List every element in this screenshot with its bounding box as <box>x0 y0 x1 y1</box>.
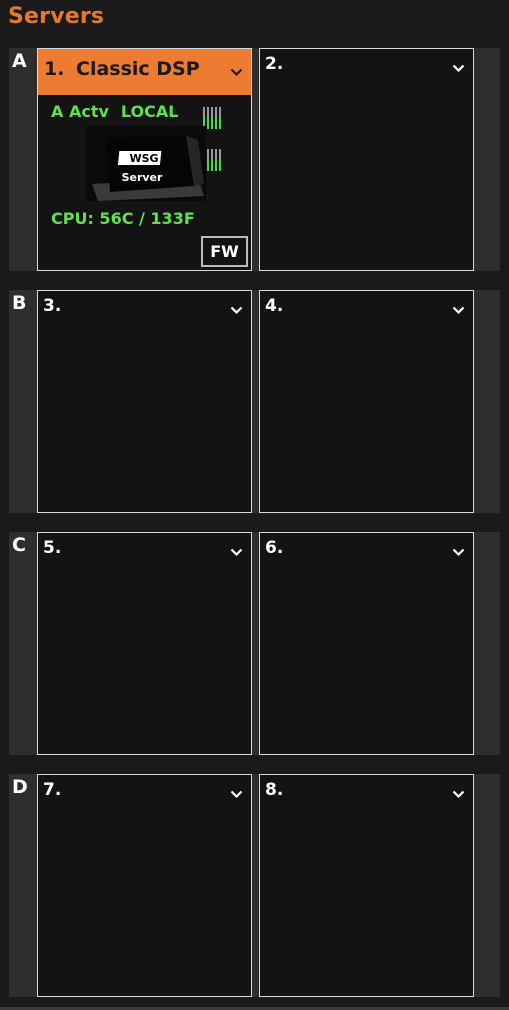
chevron-down-icon[interactable] <box>452 306 465 315</box>
group-letter: D <box>12 776 28 798</box>
server-group-c: C 5. 6. <box>9 532 500 755</box>
server-slot-8[interactable]: 8. <box>259 774 474 997</box>
server-group-a: A 1. Classic DSP A Actv LOCAL WSG Server … <box>9 48 500 271</box>
panel-title: Servers <box>8 4 105 29</box>
device-text: Server <box>122 171 163 184</box>
location-status: LOCAL <box>120 102 179 121</box>
slot-number: 8. <box>265 780 284 800</box>
chevron-down-icon[interactable] <box>452 548 465 557</box>
server-slot-6[interactable]: 6. <box>259 532 474 755</box>
slot-name: Classic DSP <box>76 58 200 80</box>
chevron-down-icon[interactable] <box>230 548 243 557</box>
level-meter-icon <box>203 147 225 171</box>
slot-number: 3. <box>43 296 62 316</box>
slot-number: 1. <box>44 58 65 80</box>
slot-number: 7. <box>43 780 62 800</box>
group-letter: C <box>12 534 26 556</box>
chevron-down-icon[interactable] <box>230 68 243 77</box>
chevron-down-icon[interactable] <box>452 790 465 799</box>
group-letter: B <box>12 292 27 314</box>
logo-text: WSG <box>129 152 158 165</box>
server-slot-7[interactable]: 7. <box>37 774 252 997</box>
activity-status: A Actv <box>51 102 109 121</box>
slot-number: 6. <box>265 538 284 558</box>
server-group-b: B 3. 4. <box>9 290 500 513</box>
group-letter: A <box>12 50 27 72</box>
server-slot-3[interactable]: 3. <box>37 290 252 513</box>
chevron-down-icon[interactable] <box>230 790 243 799</box>
cpu-temperature: CPU: 56C / 133F <box>51 209 195 228</box>
server-status: A Actv LOCAL <box>51 102 178 121</box>
slot-number: 5. <box>43 538 62 558</box>
server-slot-2[interactable]: 2. <box>259 48 474 271</box>
server-device-image: WSG Server <box>86 126 206 201</box>
chevron-down-icon[interactable] <box>230 306 243 315</box>
slot-number: 2. <box>265 54 284 74</box>
level-meter-icon <box>203 105 225 129</box>
server-slot-5[interactable]: 5. <box>37 532 252 755</box>
server-slot-1[interactable]: 1. Classic DSP A Actv LOCAL WSG Server CP… <box>37 48 252 271</box>
chevron-down-icon[interactable] <box>452 64 465 73</box>
slot-number: 4. <box>265 296 284 316</box>
firmware-button[interactable]: FW <box>201 236 248 267</box>
server-slot-4[interactable]: 4. <box>259 290 474 513</box>
server-group-d: D 7. 8. <box>9 774 500 997</box>
